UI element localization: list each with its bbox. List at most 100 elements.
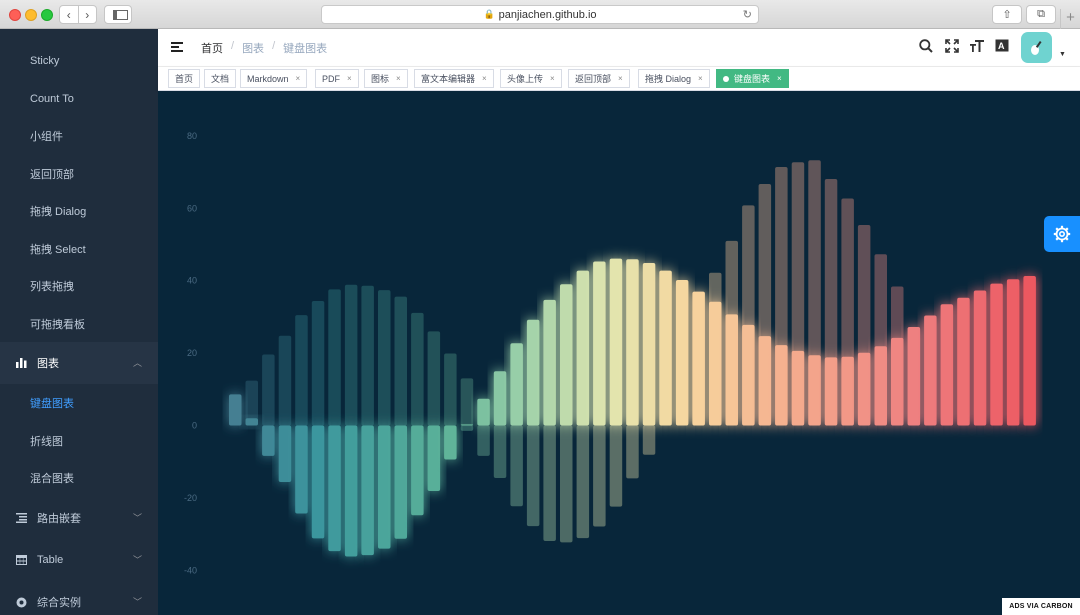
sidebar-item-drag-kanban[interactable]: 可拖拽看板 [0,305,158,343]
bar-series-3[interactable] [576,270,590,426]
translate-icon[interactable]: A [995,39,1010,56]
bar-series-3[interactable] [940,304,954,426]
sidebar-item-widgets[interactable]: 小组件 [0,117,158,155]
sidebar-item-drag-dialog[interactable]: 拖拽 Dialog [0,192,158,230]
bar-series-2[interactable] [427,425,441,492]
bar-series-3[interactable] [1006,279,1020,426]
bar-series-2[interactable] [295,425,308,514]
bar-series-2[interactable] [394,425,408,539]
bar-series-3[interactable] [626,259,639,426]
share-button[interactable]: ⇧ [992,5,1022,24]
bar-series-4[interactable] [609,425,623,507]
bar-series-1[interactable] [394,296,408,426]
close-icon[interactable]: × [296,74,301,83]
bar-series-4[interactable] [460,425,474,431]
bar-series-4[interactable] [477,425,490,456]
forward-icon[interactable]: › [79,6,97,23]
bar-series-3[interactable] [725,314,739,426]
bar-series-2[interactable] [460,424,474,426]
close-icon[interactable]: × [618,74,623,83]
tabs-overview-button[interactable]: ⧉ [1026,5,1056,24]
tag-drag-dialog[interactable]: 拖拽 Dialog × [638,69,710,88]
close-icon[interactable]: × [698,74,703,83]
font-size-icon[interactable] [969,39,985,56]
bar-series-2[interactable] [245,418,259,426]
bar-series-4[interactable] [576,425,590,539]
bar-series-1[interactable] [460,378,474,426]
bar-series-1[interactable] [361,285,374,426]
bar-series-3[interactable] [659,270,672,426]
bar-series-3[interactable] [692,291,705,426]
sidebar-item-drag-list[interactable]: 列表拖拽 [0,267,158,305]
tag-icons[interactable]: 图标 × [364,69,408,88]
bar-series-4[interactable] [526,425,540,527]
address-bar[interactable]: 🔒 panjiachen.github.io ↻ [321,5,759,24]
close-icon[interactable]: × [777,74,782,83]
bar-series-1[interactable] [295,315,308,426]
bar-series-3[interactable] [957,297,970,426]
bar-series-4[interactable] [560,425,573,543]
breadcrumb-home[interactable]: 首页 [201,40,223,56]
bar-series-3[interactable] [907,327,921,426]
bar-series-3[interactable] [758,336,772,426]
avatar[interactable] [1021,32,1052,63]
bar-series-2[interactable] [378,425,391,549]
tag-markdown[interactable]: Markdown × [240,69,308,88]
tag-rich-editor[interactable]: 富文本编辑器 × [414,69,494,88]
sidebar-item-mix-chart[interactable]: 混合图表 [0,459,158,497]
bar-series-3[interactable] [526,319,540,426]
bar-series-3[interactable] [477,398,490,426]
close-icon[interactable]: × [347,74,352,83]
bar-series-3[interactable] [1023,276,1036,426]
bar-series-1[interactable] [411,312,424,426]
bar-series-3[interactable] [609,258,623,426]
sidebar-item-keyboard-chart[interactable]: 键盘图表 [0,384,158,422]
bar-series-4[interactable] [626,425,639,479]
sidebar-item-sticky[interactable]: Sticky [0,42,158,80]
bar-series-3[interactable] [593,261,606,426]
bar-series-1[interactable] [278,335,292,426]
tag-docs[interactable]: 文档 [204,69,237,88]
reload-icon[interactable]: ↻ [743,8,752,21]
bar-series-3[interactable] [675,280,689,426]
bar-series-3[interactable] [642,263,656,426]
bar-series-3[interactable] [973,290,987,426]
minimize-window-button[interactable] [25,9,37,21]
bar-series-2[interactable] [278,425,292,483]
zoom-window-button[interactable] [41,9,53,21]
bar-series-3[interactable] [891,337,904,426]
bar-series-4[interactable] [593,425,606,527]
bar-series-3[interactable] [560,284,573,426]
bar-series-2[interactable] [328,425,341,552]
sidebar-item-line-chart[interactable]: 折线图 [0,422,158,460]
close-icon[interactable]: × [396,74,401,83]
tag-pdf[interactable]: PDF × [315,69,359,88]
bar-series-3[interactable] [841,356,854,426]
bar-series-4[interactable] [493,425,507,479]
bar-series-2[interactable] [344,425,358,557]
sidebar-item-drag-select[interactable]: 拖拽 Select [0,230,158,268]
close-icon[interactable]: × [550,74,555,83]
bar-series-2[interactable] [262,425,275,456]
tag-back-to-top[interactable]: 返回顶部 × [568,69,630,88]
settings-button[interactable] [1044,216,1080,252]
sidebar-group-nested[interactable]: 路由嵌套 ﹀ [0,497,158,539]
bar-series-3[interactable] [824,357,838,426]
fullscreen-icon[interactable] [945,39,959,56]
sidebar-item-count-to[interactable]: Count To [0,80,158,118]
bar-series-3[interactable] [924,315,937,426]
bar-series-3[interactable] [990,283,1003,426]
hamburger-icon[interactable] [171,42,183,52]
sidebar-group-charts[interactable]: 图表 ︿ [0,342,158,384]
bar-series-2[interactable] [411,425,424,516]
bar-series-2[interactable] [361,425,374,556]
sidebar-item-back-to-top[interactable]: 返回顶部 [0,155,158,193]
bar-series-3[interactable] [709,301,722,426]
tag-keyboard-chart[interactable]: 键盘图表 × [716,69,789,88]
bar-series-1[interactable] [262,354,275,426]
bar-series-3[interactable] [510,343,523,426]
bar-series-4[interactable] [642,425,656,455]
bar-series-1[interactable] [427,331,441,426]
bar-series-3[interactable] [493,371,507,426]
tag-home[interactable]: 首页 [168,69,201,88]
